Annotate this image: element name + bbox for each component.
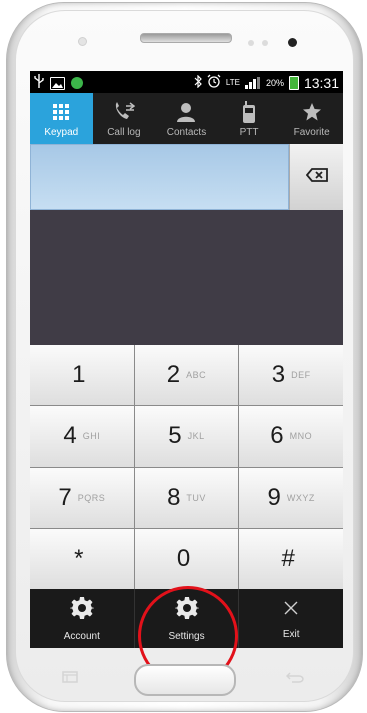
action-bar: Account Settings Exit xyxy=(30,589,343,648)
action-label: Account xyxy=(63,630,100,642)
key-letters: DEF xyxy=(291,370,311,381)
tab-contacts[interactable]: Contacts xyxy=(155,93,218,144)
key-digit: 0 xyxy=(176,544,191,572)
key-digit: # xyxy=(281,544,295,572)
key-7[interactable]: 7 PQRS xyxy=(30,467,134,528)
tab-label: Favorite xyxy=(293,127,330,138)
key-6[interactable]: 6 MNO xyxy=(239,406,343,467)
key-letters: WXYZ xyxy=(286,492,315,503)
action-label: Exit xyxy=(282,628,300,640)
usb-icon xyxy=(34,74,44,92)
battery-icon xyxy=(288,76,299,90)
key-star[interactable]: * xyxy=(30,528,134,589)
gear-icon xyxy=(173,596,200,625)
earpiece-speaker xyxy=(140,33,232,43)
tab-bar: Keypad Call log Contacts PTT Favorite xyxy=(30,93,343,144)
home-button[interactable] xyxy=(134,664,236,696)
close-icon xyxy=(281,598,301,623)
light-sensor xyxy=(248,40,254,46)
key-5[interactable]: 5 JKL xyxy=(134,406,239,467)
number-input-row xyxy=(30,144,343,210)
key-digit: 7 xyxy=(58,483,72,511)
screen: LTE 20% 13:31 Keypad Call log Contacts P… xyxy=(30,71,343,648)
alarm-icon xyxy=(207,74,221,92)
tab-ptt[interactable]: PTT xyxy=(218,93,281,144)
image-icon xyxy=(50,76,65,90)
battery-percent: 20% xyxy=(265,78,284,88)
status-bar: LTE 20% 13:31 xyxy=(30,71,343,93)
contacts-icon xyxy=(173,99,199,125)
tab-label: Contacts xyxy=(166,127,207,138)
key-digit: 6 xyxy=(270,422,284,450)
key-letters: MNO xyxy=(289,431,313,442)
light-sensor xyxy=(262,40,268,46)
number-input[interactable] xyxy=(30,144,289,210)
key-digit: 4 xyxy=(63,422,77,450)
key-4[interactable]: 4 GHI xyxy=(30,406,134,467)
action-label: Settings xyxy=(168,630,205,642)
keypad-icon xyxy=(48,99,74,125)
key-letters: GHI xyxy=(82,431,101,442)
key-digit: 9 xyxy=(267,483,281,511)
bluetooth-icon xyxy=(194,74,202,92)
backspace-button[interactable] xyxy=(289,144,343,210)
key-letters: JKL xyxy=(187,431,205,442)
status-time: 13:31 xyxy=(303,75,339,91)
phone-frame: LTE 20% 13:31 Keypad Call log Contacts P… xyxy=(0,0,367,713)
key-hash[interactable]: # xyxy=(239,528,343,589)
back-key-icon[interactable] xyxy=(285,670,304,686)
front-camera xyxy=(288,38,297,47)
account-button[interactable]: Account xyxy=(30,589,135,648)
ptt-icon xyxy=(236,99,262,125)
star-icon xyxy=(299,99,325,125)
key-letters: TUV xyxy=(186,492,206,503)
call-log-icon xyxy=(111,99,137,125)
tab-call-log[interactable]: Call log xyxy=(93,93,156,144)
menu-key-icon[interactable] xyxy=(62,670,78,686)
dial-keypad: 1 2 ABC 3 DEF 4 GHI 5 JKL 6 MNO 7 PQRS 8 TUV 9W… xyxy=(30,345,343,589)
tab-label: Call log xyxy=(107,127,141,138)
key-letters: ABC xyxy=(186,370,207,381)
gear-icon xyxy=(68,596,95,625)
key-digit: 1 xyxy=(72,361,86,389)
tab-favorite[interactable]: Favorite xyxy=(280,93,343,144)
settings-button[interactable]: Settings xyxy=(135,589,240,648)
lte-icon: LTE xyxy=(225,78,240,87)
key-3[interactable]: 3 DEF xyxy=(239,345,343,406)
key-2[interactable]: 2 ABC xyxy=(134,345,239,406)
key-digit: 2 xyxy=(166,361,181,389)
backspace-icon xyxy=(305,167,328,187)
proximity-sensor xyxy=(78,37,87,46)
key-9[interactable]: 9 WXYZ xyxy=(239,467,343,528)
tab-keypad[interactable]: Keypad xyxy=(30,93,93,144)
chat-icon xyxy=(71,77,83,89)
key-digit: * xyxy=(74,544,84,572)
tab-label: Keypad xyxy=(44,127,79,138)
key-1[interactable]: 1 xyxy=(30,345,134,406)
signal-icon xyxy=(244,77,261,89)
key-digit: 5 xyxy=(168,422,182,450)
exit-button[interactable]: Exit xyxy=(239,589,343,648)
key-digit: 8 xyxy=(167,483,181,511)
key-8[interactable]: 8 TUV xyxy=(134,467,239,528)
key-digit: 3 xyxy=(271,361,286,389)
key-letters: PQRS xyxy=(77,492,106,503)
tab-label: PTT xyxy=(239,127,259,138)
key-0[interactable]: 0 xyxy=(134,528,239,589)
